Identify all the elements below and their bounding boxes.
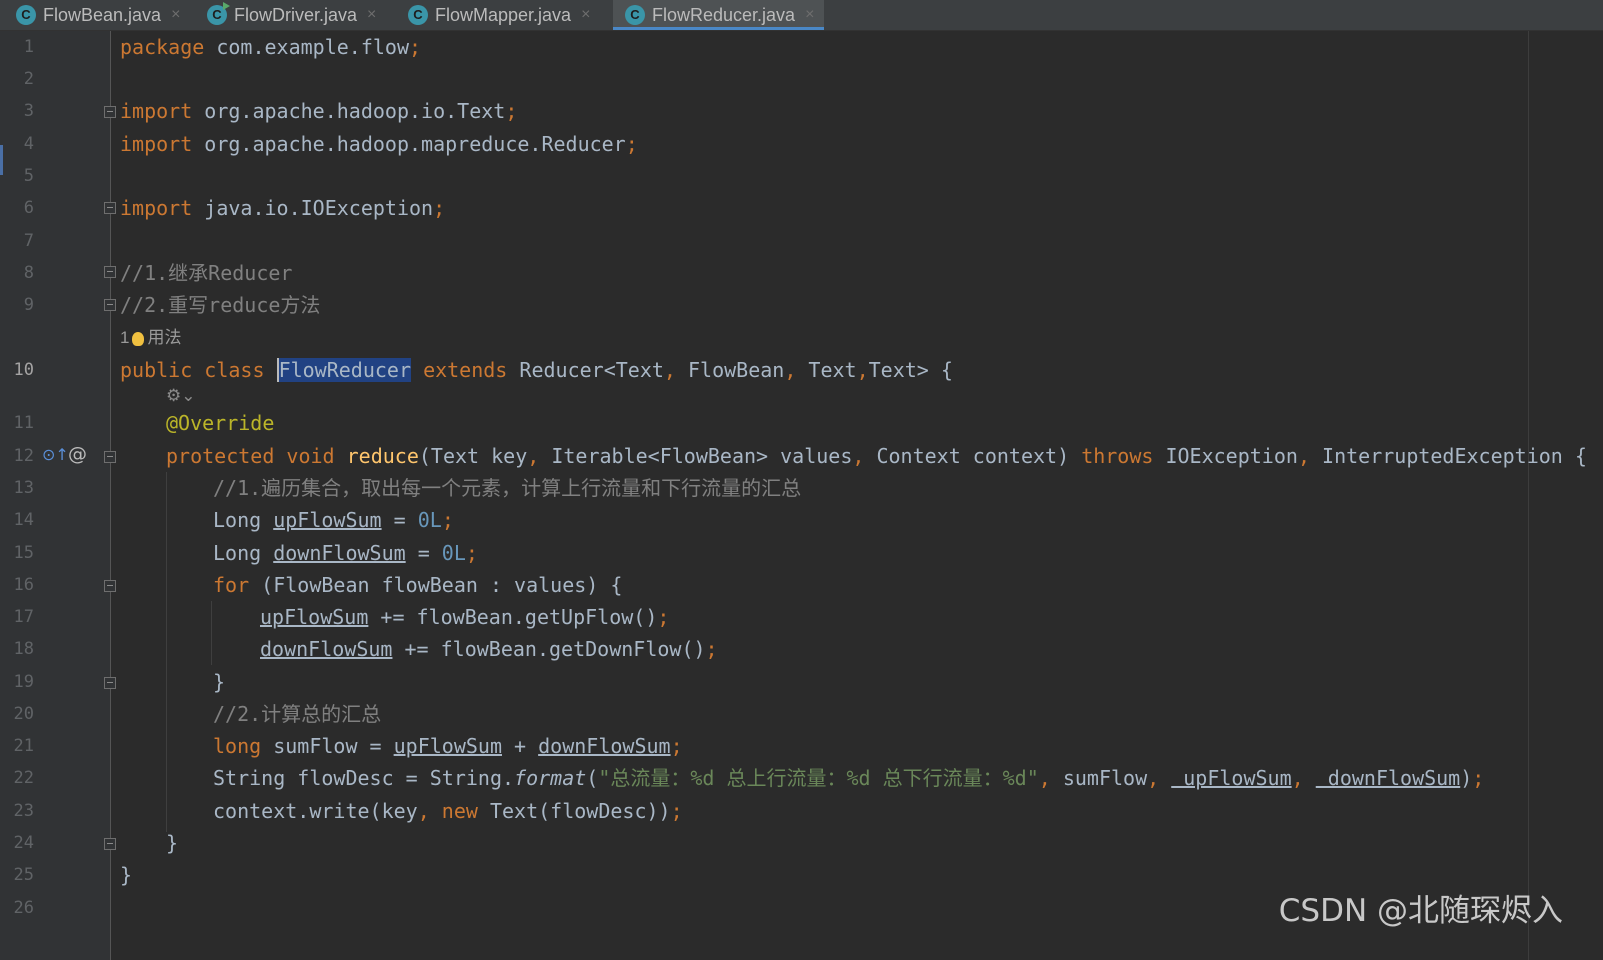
line-number: 16 — [13, 575, 34, 595]
code-line-18[interactable]: downFlowSum += flowBean.getDownFlow(); — [260, 633, 718, 665]
line-number: 9 — [23, 295, 34, 315]
code-line-15[interactable]: Long downFlowSum = 0L; — [213, 537, 478, 569]
line-number: 1 — [23, 37, 34, 57]
code-line-20[interactable]: //2.计算总的汇总 — [213, 698, 381, 730]
code-line-12[interactable]: protected void reduce(Text key, Iterable… — [166, 440, 1587, 472]
close-icon[interactable]: × — [805, 6, 814, 24]
line-number: 13 — [13, 478, 34, 498]
code-line-24[interactable]: } — [166, 827, 178, 859]
line-number: 18 — [13, 639, 34, 659]
code-line-9[interactable]: //2.重写reduce方法 — [120, 289, 320, 321]
line-number: 11 — [13, 413, 34, 433]
line-number: 12 — [13, 446, 34, 466]
line-number: 23 — [13, 801, 34, 821]
line-number: 24 — [13, 833, 34, 853]
watermark: CSDN @北随琛烬入 — [1278, 893, 1563, 929]
line-number: 5 — [23, 166, 34, 186]
class-icon: C — [625, 5, 645, 25]
editor-tab-bar: C FlowBean.java × C FlowDriver.java × C … — [0, 0, 1603, 31]
close-icon[interactable]: × — [367, 6, 376, 24]
line-number: 14 — [13, 510, 34, 530]
tab-label: FlowBean.java — [43, 4, 162, 25]
code-line-10[interactable]: public class FlowReducer extends Reducer… — [120, 354, 953, 386]
class-icon: C — [408, 5, 428, 25]
gear-icon[interactable]: ⚙⌄ — [166, 384, 195, 408]
tab-flowmapper[interactable]: C FlowMapper.java × — [408, 0, 590, 30]
code-line-16[interactable]: for (FlowBean flowBean : values) { — [213, 569, 622, 601]
class-icon: C — [16, 5, 36, 25]
code-line-23[interactable]: context.write(key, new Text(flowDesc)); — [213, 795, 683, 827]
line-number: 3 — [23, 101, 34, 121]
lightbulb-icon[interactable] — [132, 331, 145, 346]
line-number: 15 — [13, 543, 34, 563]
line-number: 8 — [23, 263, 34, 283]
code-line-17[interactable]: upFlowSum += flowBean.getUpFlow(); — [260, 601, 669, 633]
code-line-22[interactable]: String flowDesc = String.format("总流量：%d … — [213, 762, 1484, 794]
line-number: 4 — [23, 134, 34, 154]
code-line-25[interactable]: } — [120, 859, 132, 891]
code-line-21[interactable]: long sumFlow = upFlowSum + downFlowSum; — [213, 730, 683, 762]
tab-label: FlowReducer.java — [652, 4, 796, 25]
class-name-selection[interactable]: FlowReducer — [276, 358, 412, 382]
code-line-6[interactable]: import java.io.IOException; — [120, 192, 445, 224]
code-line-19[interactable]: } — [213, 666, 225, 698]
code-line-14[interactable]: Long upFlowSum = 0L; — [213, 504, 454, 536]
code-line-1[interactable]: package com.example.flow; — [120, 31, 421, 63]
code-line-4[interactable]: import org.apache.hadoop.mapreduce.Reduc… — [120, 128, 638, 160]
tab-label: FlowDriver.java — [234, 4, 358, 25]
code-line-11[interactable]: @Override — [166, 407, 274, 439]
code-line-13[interactable]: //1.遍历集合，取出每一个元素，计算上行流量和下行流量的汇总 — [213, 472, 801, 504]
line-number: 21 — [13, 736, 34, 756]
tab-flowbean[interactable]: C FlowBean.java × — [16, 0, 180, 30]
tab-flowreducer[interactable]: C FlowReducer.java × — [613, 0, 825, 30]
line-number: 19 — [13, 672, 34, 692]
tab-flowdriver[interactable]: C FlowDriver.java × — [207, 0, 376, 30]
line-number: 25 — [13, 865, 34, 885]
usages-hint[interactable]: 1 用法 — [120, 326, 181, 350]
close-icon[interactable]: × — [581, 6, 590, 24]
line-number: 10 — [13, 360, 34, 380]
line-number: 22 — [13, 768, 34, 788]
line-number: 7 — [23, 231, 34, 251]
tab-label: FlowMapper.java — [435, 4, 572, 25]
code-line-3[interactable]: import org.apache.hadoop.io.Text; — [120, 95, 517, 127]
line-number: 17 — [13, 607, 34, 627]
runnable-class-icon: C — [207, 2, 230, 25]
line-number: 6 — [23, 198, 34, 218]
code-line-8[interactable]: //1.继承Reducer — [120, 257, 292, 289]
line-number: 2 — [23, 69, 34, 89]
close-icon[interactable]: × — [171, 6, 180, 24]
line-number: 20 — [13, 704, 34, 724]
line-number: 26 — [13, 898, 34, 918]
